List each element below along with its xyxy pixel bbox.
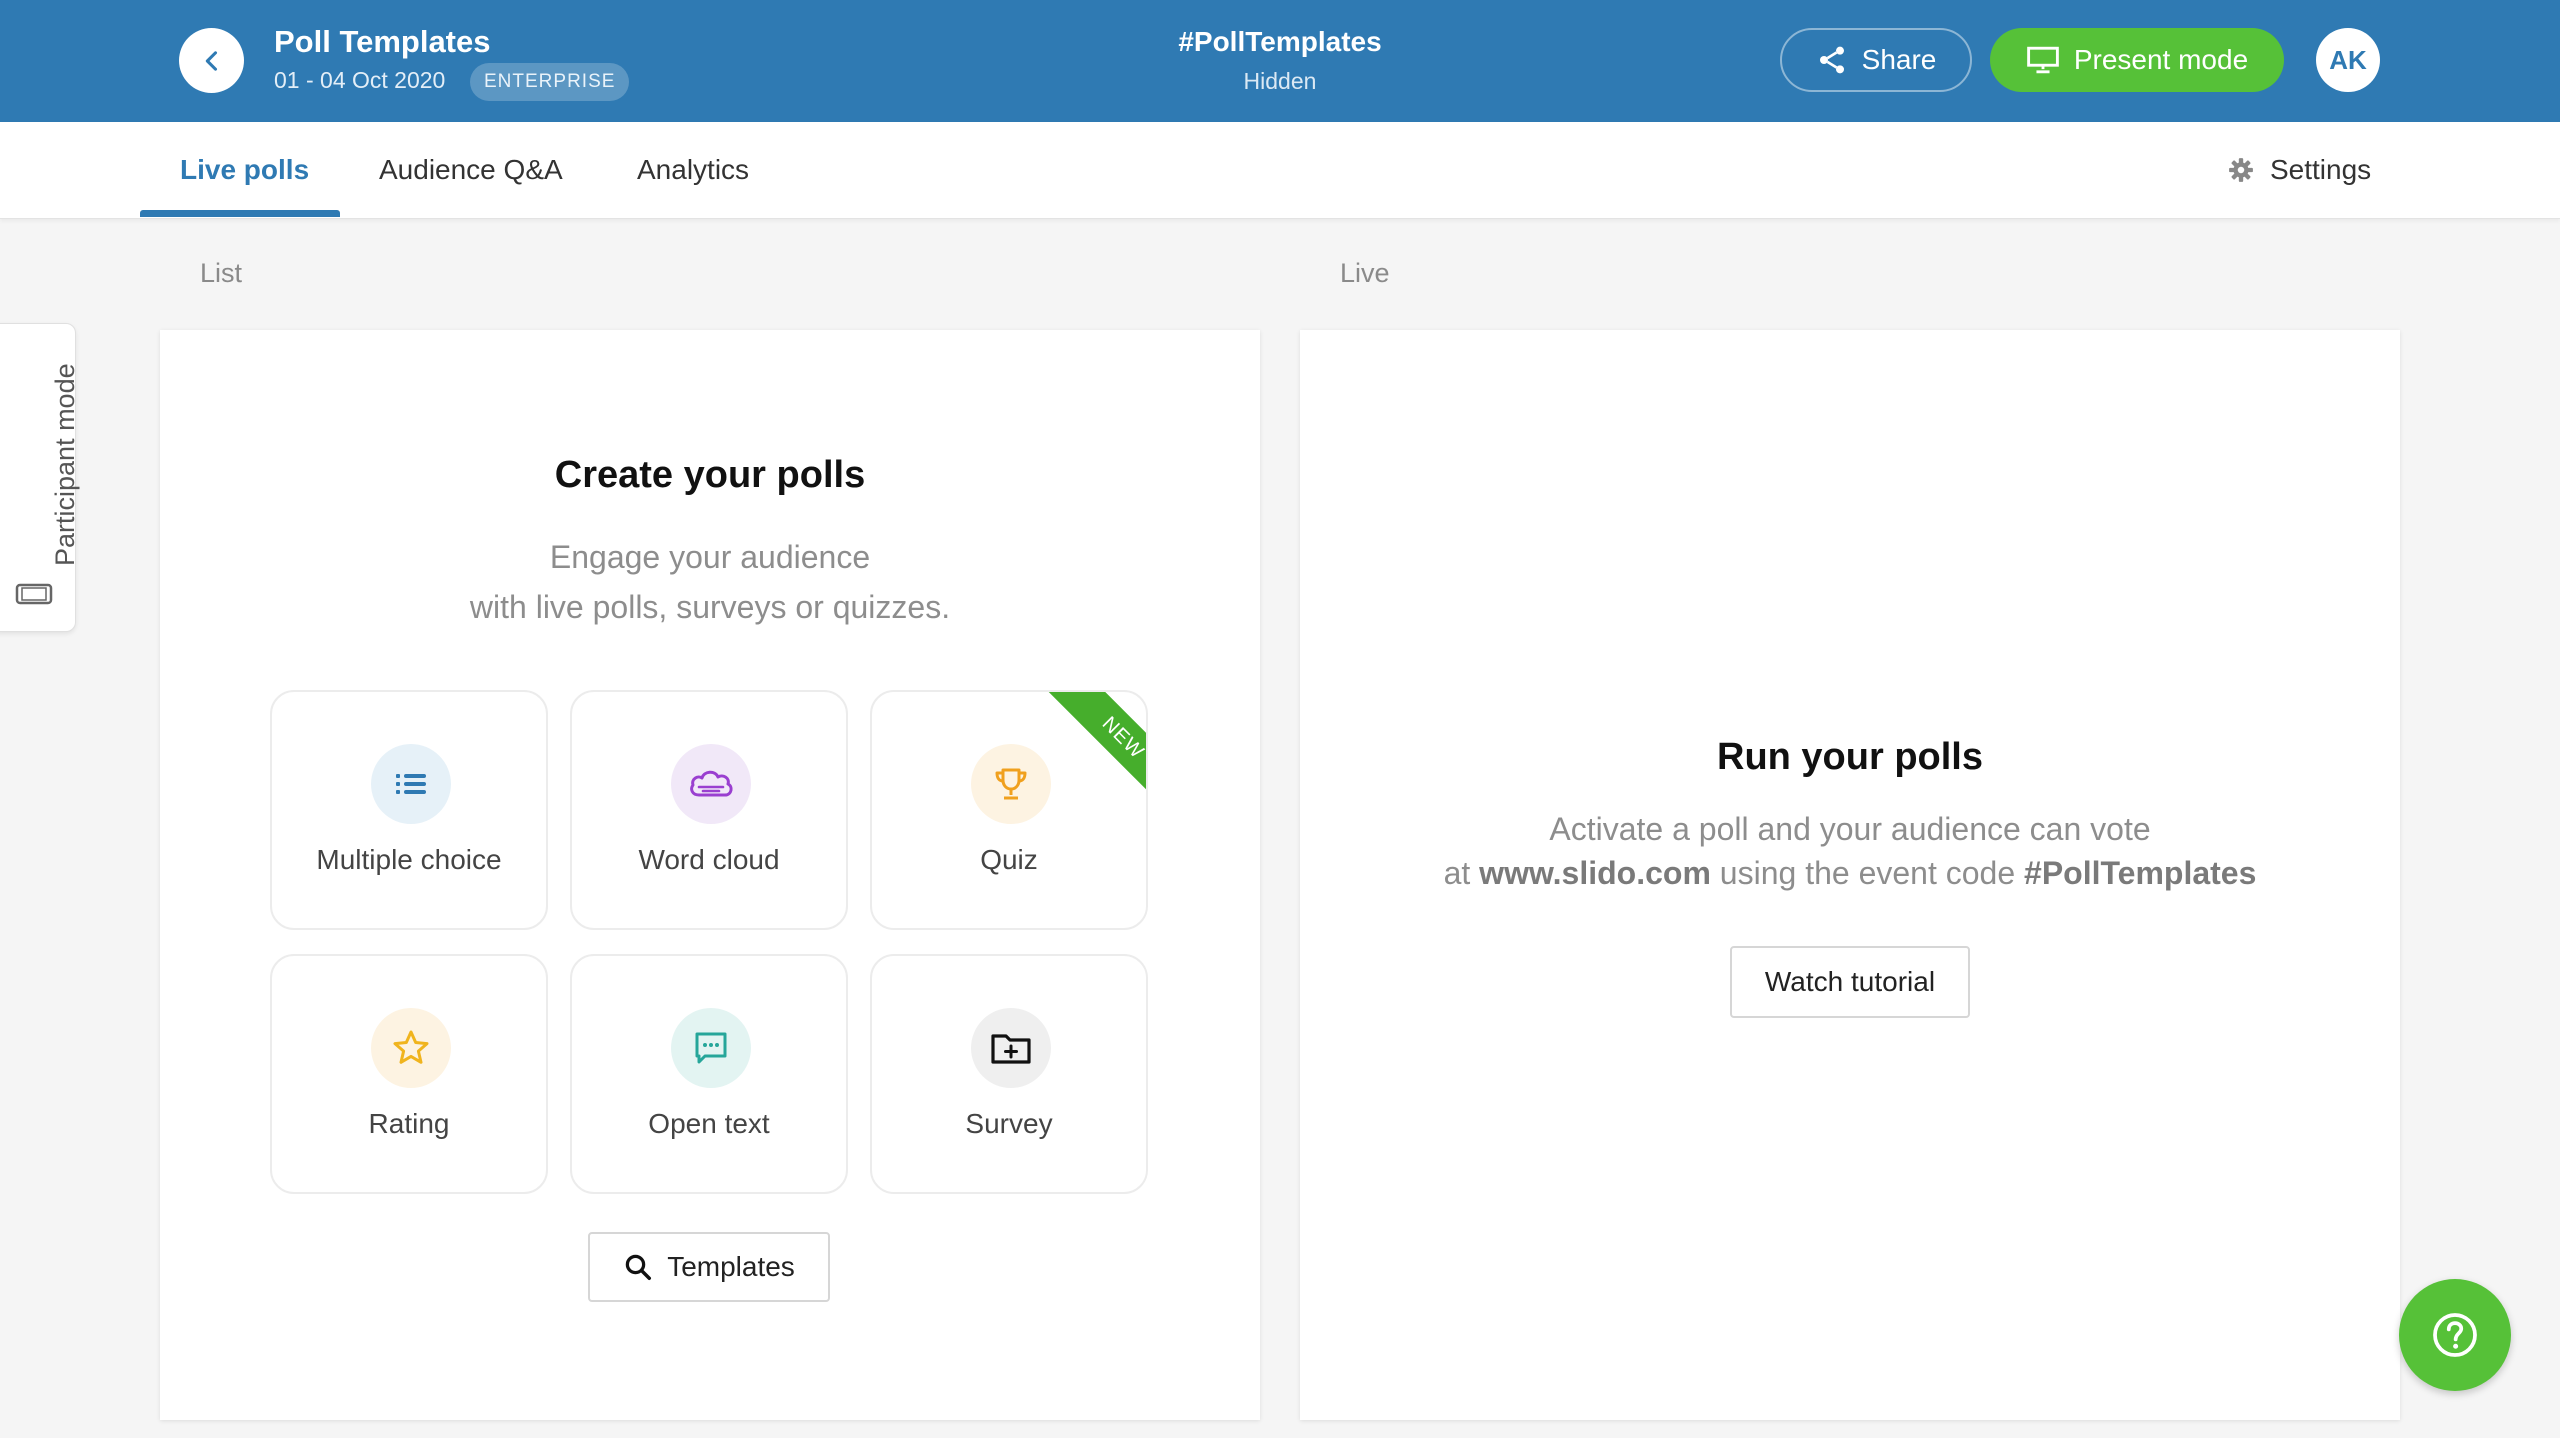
event-visibility: Hidden [1243, 68, 1317, 94]
run-polls-prefix: at [1443, 855, 1471, 891]
poll-type-label: Quiz [980, 844, 1038, 875]
event-dates: 01 - 04 Oct 2020 [274, 67, 446, 93]
poll-type-quiz[interactable]: Quiz NEW [870, 690, 1148, 930]
present-mode-label: Present mode [2073, 44, 2249, 75]
plan-badge: ENTERPRISE [470, 63, 630, 101]
share-label: Share [1861, 44, 1937, 75]
list-icon [371, 744, 451, 824]
poll-type-open-text[interactable]: Open text [570, 954, 848, 1194]
chat-bubble-icon [671, 1008, 751, 1088]
watch-tutorial-button[interactable]: Watch tutorial [1730, 946, 1970, 1018]
create-polls-subtitle-line1: Engage your audience [549, 539, 871, 575]
run-polls-line2: at www.slido.com using the event code #P… [1300, 851, 2400, 895]
settings-button[interactable]: Settings [2228, 122, 2371, 218]
create-polls-title: Create your polls [554, 454, 866, 496]
templates-button[interactable]: Templates [588, 1232, 830, 1302]
slido-url: www.slido.com [1479, 855, 1711, 891]
poll-type-label: Word cloud [638, 844, 780, 875]
active-tab-indicator [140, 210, 340, 217]
poll-type-label: Open text [648, 1108, 770, 1139]
run-polls-middle: using the event code [1719, 855, 2016, 891]
participant-mode-toggle[interactable]: Participant mode [0, 323, 80, 632]
participant-mode-label: Participant mode [50, 363, 80, 566]
question-mark-icon [2433, 1313, 2477, 1357]
list-section-label: List [200, 258, 243, 288]
user-avatar[interactable]: AK [2316, 28, 2380, 92]
folder-plus-icon [971, 1008, 1051, 1088]
create-polls-panel: Create your polls Engage your audience w… [160, 330, 1260, 1420]
event-code: #PollTemplates [1178, 26, 1382, 57]
share-button[interactable]: Share [1780, 28, 1972, 92]
poll-type-label: Multiple choice [316, 844, 502, 875]
device-frame-icon [15, 583, 53, 605]
run-polls-line1: Activate a poll and your audience can vo… [1549, 811, 2151, 847]
back-button[interactable] [179, 28, 244, 93]
cloud-icon [671, 744, 751, 824]
run-polls-panel: Run your polls Activate a poll and your … [1300, 330, 2400, 1420]
event-title: Poll Templates [274, 24, 491, 59]
poll-type-label: Survey [965, 1108, 1053, 1139]
tab-audience-qa[interactable]: Audience Q&A [379, 122, 563, 218]
star-icon [371, 1008, 451, 1088]
poll-type-label: Rating [368, 1108, 450, 1139]
live-section-label: Live [1340, 258, 1390, 288]
tab-live-polls[interactable]: Live polls [180, 122, 309, 218]
chevron-left-icon [205, 50, 217, 71]
event-code-inline: #PollTemplates [2024, 855, 2257, 891]
search-icon [625, 1254, 652, 1280]
tab-analytics[interactable]: Analytics [637, 122, 749, 218]
poll-type-multiple-choice[interactable]: Multiple choice [270, 690, 548, 930]
help-button[interactable] [2399, 1279, 2511, 1391]
run-polls-title: Run your polls [1717, 736, 1983, 778]
presentation-screen-icon [2027, 46, 2059, 74]
tab-bar: Live polls Audience Q&A Analytics Settin… [0, 122, 2560, 219]
templates-label: Templates [667, 1251, 795, 1282]
new-ribbon-label: NEW [1048, 692, 1146, 802]
poll-type-survey[interactable]: Survey [870, 954, 1148, 1194]
poll-type-rating[interactable]: Rating [270, 954, 548, 1194]
present-mode-button[interactable]: Present mode [1990, 28, 2284, 92]
share-icon [1819, 46, 1844, 74]
new-ribbon: NEW [1036, 692, 1146, 802]
create-polls-subtitle-line2: with live polls, surveys or quizzes. [469, 589, 951, 625]
settings-label: Settings [2270, 154, 2372, 185]
poll-type-word-cloud[interactable]: Word cloud [570, 690, 848, 930]
top-header: Poll Templates 01 - 04 Oct 2020 ENTERPRI… [0, 0, 2560, 122]
gear-icon [2229, 158, 2253, 182]
